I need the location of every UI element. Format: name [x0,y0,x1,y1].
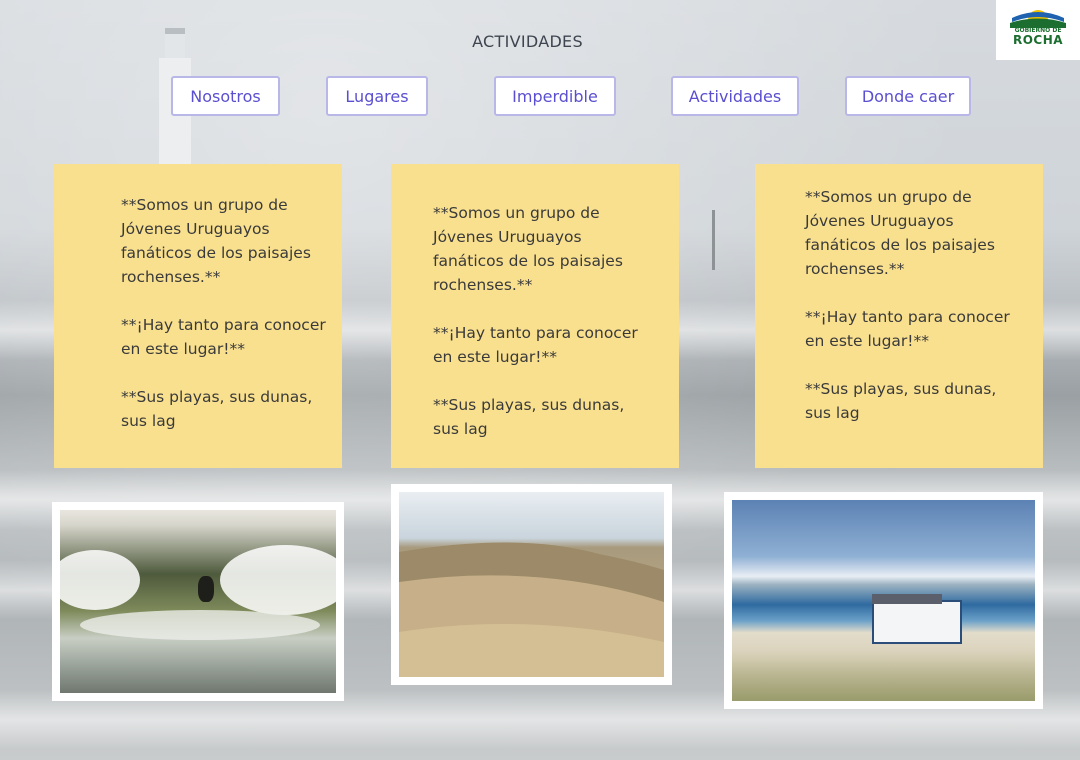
card-paragraph: **Somos un grupo de Jóvenes Uruguayos fa… [121,196,311,286]
card-paragraph: **Somos un grupo de Jóvenes Uruguayos fa… [433,204,623,294]
card-paragraph: **Sus playas, sus dunas, sus lag [121,388,313,430]
surfer-wave-image [60,510,336,693]
page-title: ACTIVIDADES [472,32,583,51]
info-card: **Somos un grupo de Jóvenes Uruguayos fa… [755,164,1043,468]
photo-dunes [391,484,672,685]
card-paragraph: **Sus playas, sus dunas, sus lag [805,380,997,422]
logo-line2: ROCHA [1012,33,1064,47]
sun-logo-icon [1010,10,1066,28]
nav-imperdible-button[interactable]: Imperdible [494,76,616,116]
card-paragraph: **Sus playas, sus dunas, sus lag [433,396,625,438]
nav-actividades-button[interactable]: Actividades [671,76,799,116]
photo-surfer [52,502,344,701]
photo-beach [724,492,1043,709]
info-card: **Somos un grupo de Jóvenes Uruguayos fa… [54,164,342,468]
info-card: **Somos un grupo de Jóvenes Uruguayos fa… [391,164,679,468]
card-paragraph: **¡Hay tanto para conocer en este lugar!… [433,324,638,366]
card-paragraph: **Somos un grupo de Jóvenes Uruguayos fa… [805,188,995,278]
card-paragraph: **¡Hay tanto para conocer en este lugar!… [805,308,1010,350]
card-paragraph: **¡Hay tanto para conocer en este lugar!… [121,316,326,358]
beach-truck-image [732,500,1035,701]
background-post [712,210,715,270]
nav-nosotros-button[interactable]: Nosotros [171,76,280,116]
nav-lugares-button[interactable]: Lugares [326,76,428,116]
logo[interactable]: GOBIERNO DE ROCHA [996,0,1080,60]
nav-donde-caer-button[interactable]: Donde caer [845,76,971,116]
dunes-image [399,492,664,677]
